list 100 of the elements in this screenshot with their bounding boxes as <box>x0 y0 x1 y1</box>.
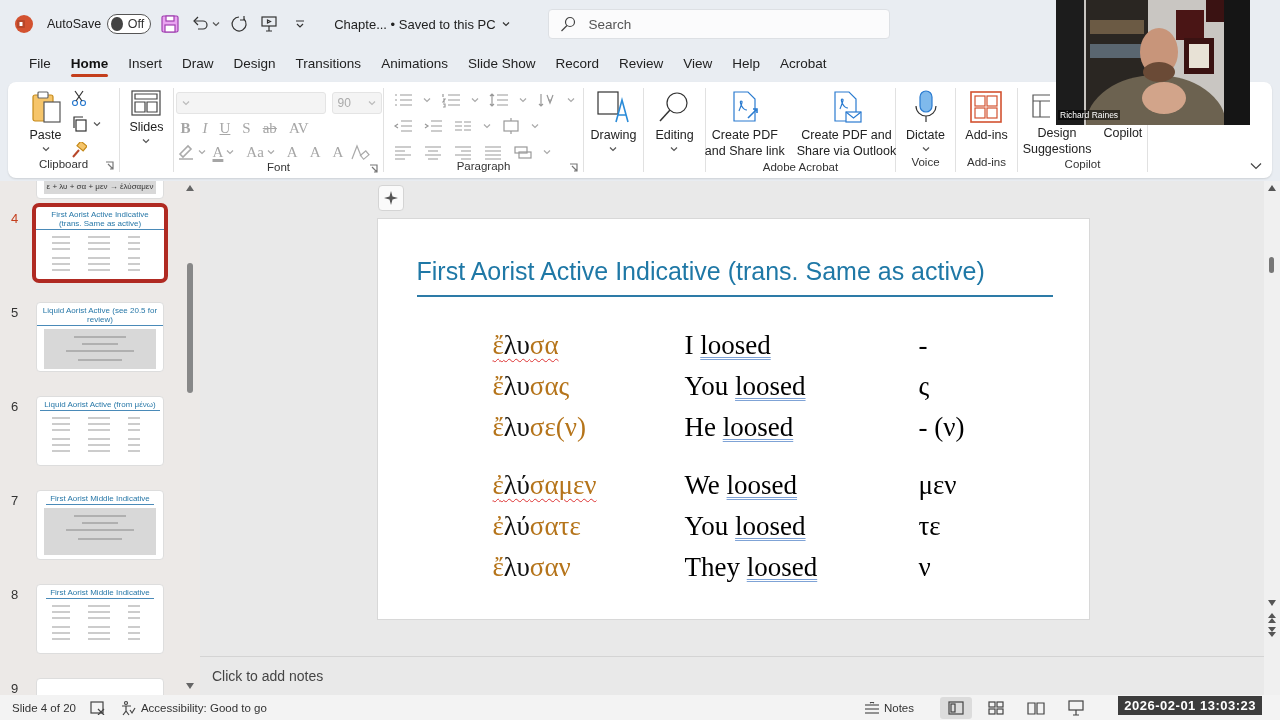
scrollbar-thumb[interactable] <box>1269 257 1274 273</box>
greek-word: ἔλυσας <box>492 370 571 402</box>
ribbon-tab[interactable]: Acrobat <box>770 50 837 78</box>
search-field[interactable]: Search <box>547 9 890 39</box>
notes-button[interactable]: Notes <box>857 700 920 715</box>
columns-icon[interactable] <box>452 118 473 134</box>
spelling-icon[interactable] <box>89 700 106 715</box>
translation: You loosed <box>684 370 807 402</box>
slide-thumbnail[interactable]: First Aorist Active Indicative (trans. Same as active) <box>32 203 168 283</box>
ribbon-button[interactable]: Create PDF and Share via Outlook <box>793 88 900 161</box>
slide-title: First Aorist Active Indicative (trans. Same as active) <box>416 256 986 287</box>
next-slide-icon[interactable] <box>1268 627 1276 637</box>
greek-word: ἐλύσαμεν <box>492 469 598 501</box>
smartart-icon[interactable] <box>512 144 533 160</box>
slide-thumbnail[interactable]: Liquid Aorist Active (see 20.5 for review) <box>36 302 164 372</box>
clipboard-icon <box>29 90 62 124</box>
line-spacing-icon[interactable] <box>488 92 509 108</box>
translation: I loosed <box>684 329 772 361</box>
app-logo-icon[interactable] <box>15 15 33 33</box>
previous-slide-icon[interactable] <box>1268 613 1276 623</box>
paste-button[interactable]: Paste <box>26 88 65 154</box>
ending: τε <box>918 510 942 542</box>
caret-icon[interactable] <box>41 146 50 152</box>
accessibility-status[interactable]: Accessibility: Good to go <box>140 701 267 714</box>
designer-button[interactable] <box>378 185 404 211</box>
caret-icon[interactable] <box>609 146 618 152</box>
format-painter-icon[interactable] <box>70 142 87 158</box>
scroll-up-icon[interactable] <box>1268 185 1276 191</box>
copilot-button[interactable]: Copilot <box>1100 124 1146 142</box>
ribbon-tab[interactable]: Help <box>722 50 771 78</box>
shapes-icon <box>596 90 631 124</box>
caret-icon[interactable] <box>501 21 510 27</box>
ending: - <box>918 329 929 361</box>
ribbon-tab[interactable]: Design <box>223 50 286 78</box>
scroll-down-icon[interactable] <box>186 683 194 689</box>
caret-icon[interactable] <box>92 121 101 127</box>
ribbon-button[interactable]: Add-ins <box>962 88 1011 145</box>
slide-thumbnail[interactable]: First Aorist Middle Indicative <box>36 584 164 654</box>
dialog-launcher-icon[interactable] <box>569 163 578 172</box>
customize-icon[interactable] <box>294 18 307 30</box>
caret-icon[interactable] <box>670 146 679 152</box>
slide-number: 5 <box>10 304 20 320</box>
align-right-icon[interactable] <box>452 144 473 160</box>
presentation-icon[interactable] <box>260 15 279 33</box>
ribbon-button[interactable]: Drawing <box>587 88 640 154</box>
slide-layout-icon <box>131 90 162 116</box>
scroll-down-icon[interactable] <box>1268 600 1276 606</box>
new-slide-button[interactable]: Slides <box>126 88 167 146</box>
copy-icon[interactable] <box>70 116 87 132</box>
align-text-icon[interactable] <box>500 118 521 134</box>
caret-icon[interactable] <box>142 138 151 144</box>
ribbon-button[interactable]: Create PDF and Share link <box>701 88 788 161</box>
normal-view-icon <box>947 698 965 717</box>
slide-counter: Slide 4 of 20 <box>12 701 76 714</box>
ribbon-tab[interactable]: Transitions <box>285 50 372 78</box>
timestamp: 2026-02-01 13:03:23 <box>1124 698 1256 713</box>
ribbon-tab[interactable]: Draw <box>172 50 224 78</box>
decrease-indent-icon[interactable] <box>392 118 413 134</box>
scroll-up-icon[interactable] <box>186 185 194 191</box>
save-icon[interactable] <box>161 15 180 33</box>
ribbon-tab[interactable]: View <box>673 50 723 78</box>
redo-icon[interactable] <box>230 15 249 33</box>
caret-icon[interactable] <box>212 21 221 27</box>
font-name-field[interactable] <box>175 92 326 114</box>
dialog-launcher-icon[interactable] <box>369 164 378 173</box>
align-center-icon[interactable] <box>422 144 443 160</box>
collapse-ribbon-icon[interactable] <box>1250 162 1262 170</box>
caret-icon[interactable] <box>921 146 930 152</box>
scrollbar-thumb[interactable] <box>187 263 193 393</box>
slide-thumbnail[interactable]: First Aorist Middle Indicative <box>36 490 164 560</box>
notes-placeholder[interactable]: Click to add notes <box>212 668 324 684</box>
ribbon-button[interactable]: Dictate <box>903 88 948 154</box>
dialog-launcher-icon[interactable] <box>105 161 114 170</box>
numbering-icon[interactable] <box>440 92 461 108</box>
sorter-view-icon <box>987 698 1005 717</box>
greek-word: ἔλυσε(ν) <box>492 411 587 443</box>
ribbon-tab[interactable]: Record <box>545 50 609 78</box>
slide-number: 7 <box>10 492 20 508</box>
clear-format-icon[interactable] <box>350 143 371 161</box>
slide-thumbnail[interactable]: ε + λυ + σα + μεν → ἐλύσαμεν <box>36 181 164 199</box>
document-title[interactable]: Chapte... • Saved to this PC <box>334 16 496 32</box>
view-button[interactable] <box>940 696 972 719</box>
autosave-label: AutoSave <box>47 17 102 31</box>
align-left-icon[interactable] <box>392 144 413 160</box>
autosave-toggle[interactable]: Off <box>107 14 152 34</box>
ribbon-tab[interactable]: Slide Show <box>457 50 546 78</box>
ribbon-tab[interactable]: Review <box>609 50 674 78</box>
ribbon-tab[interactable]: Home <box>60 50 119 78</box>
participant-name: Richard Raines <box>1058 110 1121 120</box>
slide-thumbnail[interactable]: Liquid Aorist Active (from μένω) <box>36 396 164 466</box>
ribbon-tab[interactable]: Animations <box>371 50 458 78</box>
bullets-icon[interactable] <box>392 92 413 108</box>
increase-indent-icon[interactable] <box>422 118 443 134</box>
ribbon-button[interactable]: Editing <box>652 88 697 154</box>
ribbon-tab[interactable]: Insert <box>118 50 173 78</box>
ribbon-tab[interactable]: File <box>19 50 61 78</box>
justify-icon[interactable] <box>482 144 503 160</box>
undo-icon[interactable] <box>191 15 210 33</box>
cut-icon[interactable] <box>70 90 87 106</box>
ribbon-button[interactable]: Design Suggestions <box>1019 124 1095 158</box>
